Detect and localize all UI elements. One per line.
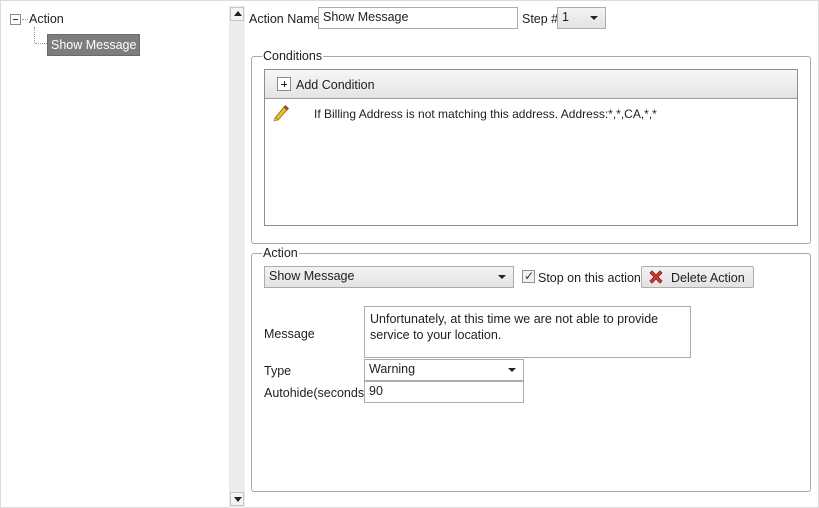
red-x-icon bbox=[649, 270, 663, 284]
tree-item-show-message[interactable]: Show Message bbox=[47, 34, 141, 56]
arrow-down-icon bbox=[234, 497, 242, 502]
collapse-icon[interactable] bbox=[10, 14, 21, 25]
step-label: Step # bbox=[522, 12, 559, 26]
condition-text: If Billing Address is not matching this … bbox=[314, 107, 657, 121]
action-name-label: Action Name bbox=[249, 12, 321, 26]
stop-on-action-checkbox[interactable]: ✓ bbox=[522, 269, 535, 283]
conditions-list: Add Condition If Billing Address is not … bbox=[264, 69, 798, 226]
action-tree: Action Show Message bbox=[2, 2, 228, 506]
tree-root-action[interactable]: Action bbox=[29, 12, 64, 26]
arrow-up-icon bbox=[234, 11, 242, 16]
step-select[interactable]: 1 bbox=[557, 7, 606, 29]
pencil-icon[interactable] bbox=[272, 104, 290, 122]
action-name-input[interactable]: Show Message bbox=[318, 7, 518, 29]
type-select[interactable]: Warning bbox=[364, 359, 524, 381]
type-select-value: Warning bbox=[369, 362, 416, 376]
type-label: Type bbox=[264, 364, 292, 378]
delete-action-button[interactable]: Delete Action bbox=[641, 266, 754, 288]
tree-connector bbox=[35, 43, 47, 44]
chevron-down-icon bbox=[498, 275, 506, 279]
action-group-title: Action bbox=[262, 246, 299, 260]
checkmark-icon: ✓ bbox=[524, 269, 535, 283]
autohide-label: Autohide(seconds) bbox=[264, 386, 369, 400]
add-condition-button[interactable]: Add Condition bbox=[265, 70, 797, 99]
chevron-down-icon bbox=[590, 16, 598, 20]
add-condition-label: Add Condition bbox=[296, 78, 375, 92]
action-group: Action bbox=[251, 246, 811, 492]
delete-action-label: Delete Action bbox=[671, 271, 745, 285]
scroll-up-button[interactable] bbox=[230, 7, 244, 21]
vertical-scrollbar[interactable] bbox=[229, 6, 245, 508]
action-type-select[interactable]: Show Message bbox=[264, 266, 514, 288]
step-select-value: 1 bbox=[562, 10, 569, 24]
message-textarea[interactable]: Unfortunately, at this time we are not a… bbox=[364, 306, 691, 358]
stop-on-action-label[interactable]: Stop on this action bbox=[538, 271, 641, 285]
chevron-down-icon bbox=[508, 368, 516, 372]
message-label: Message bbox=[264, 327, 315, 341]
autohide-input[interactable]: 90 bbox=[364, 381, 524, 403]
tree-connector bbox=[34, 27, 35, 43]
conditions-group-title: Conditions bbox=[262, 49, 324, 63]
plus-icon bbox=[277, 77, 291, 91]
condition-row[interactable]: If Billing Address is not matching this … bbox=[265, 101, 797, 125]
action-type-value: Show Message bbox=[269, 269, 355, 283]
tree-connector bbox=[22, 19, 28, 20]
scroll-down-button[interactable] bbox=[230, 492, 244, 506]
